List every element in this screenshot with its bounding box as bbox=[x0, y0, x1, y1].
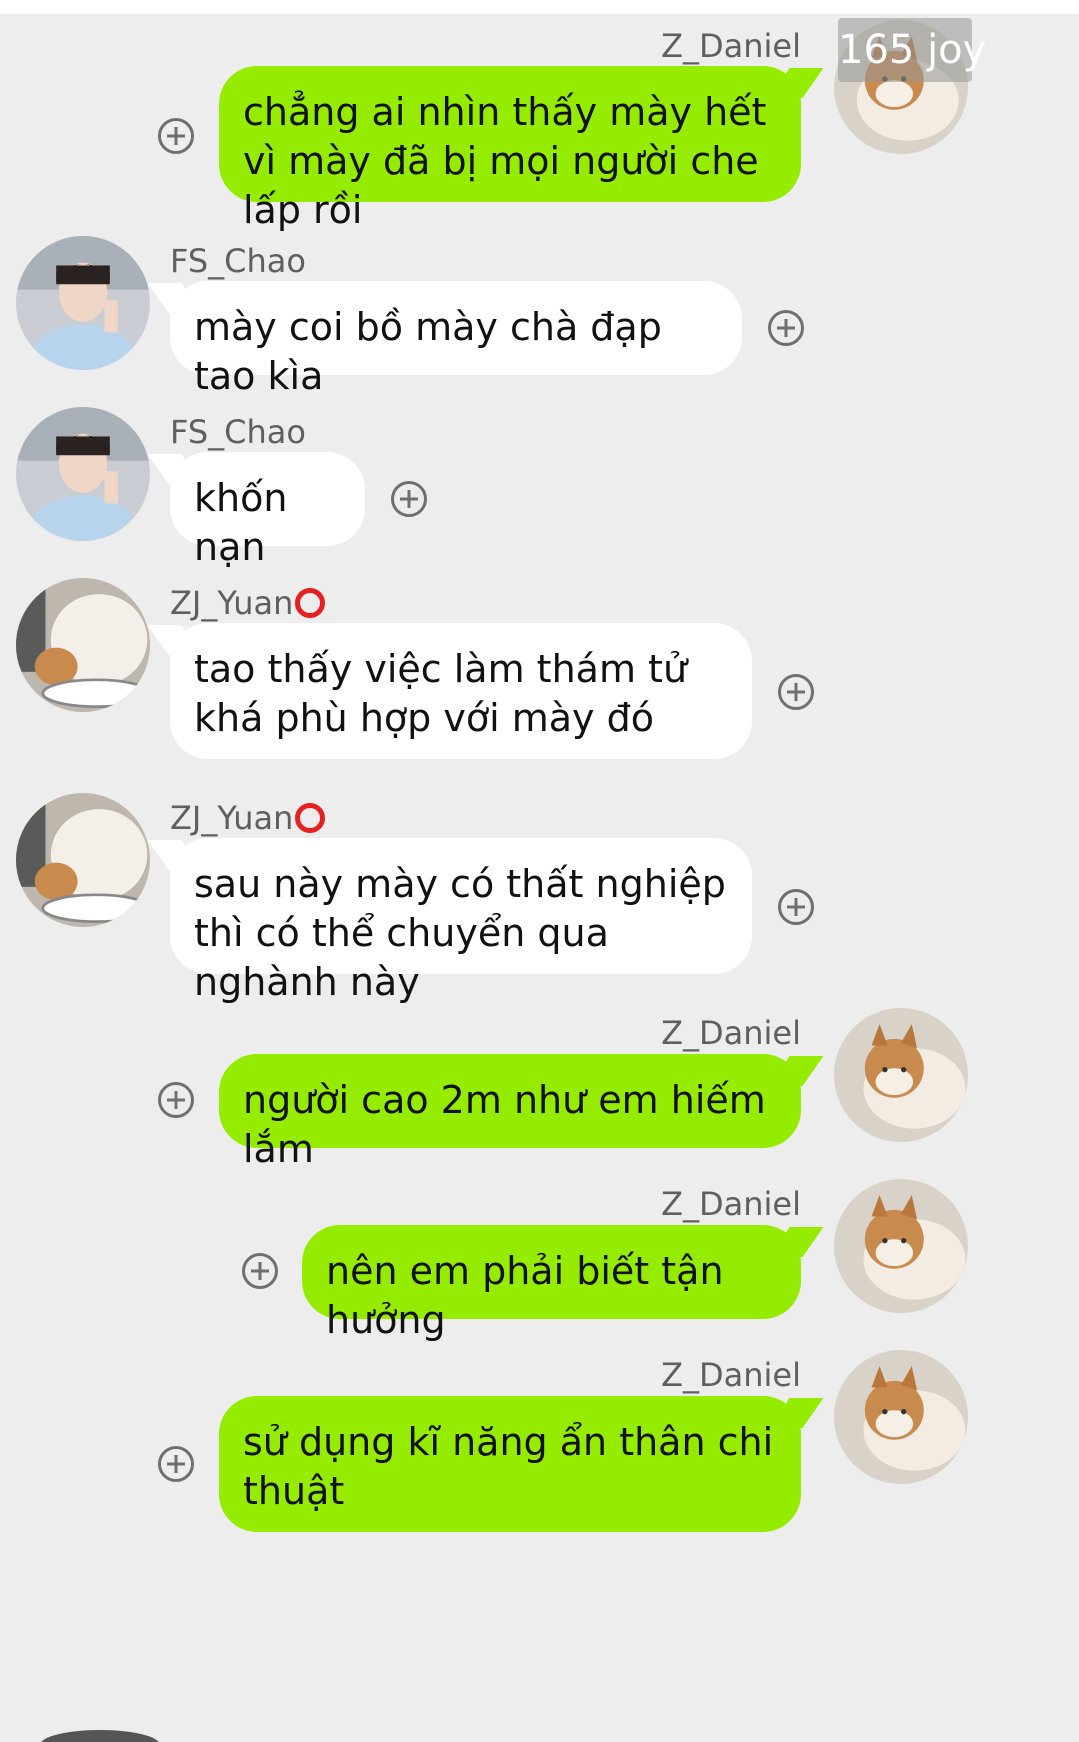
person-avatar-icon[interactable] bbox=[16, 407, 150, 541]
cat-avatar-icon[interactable] bbox=[834, 1350, 968, 1484]
sender-name: Z_Daniel bbox=[661, 27, 801, 65]
status-ring-icon bbox=[295, 588, 326, 618]
add-reaction-icon[interactable] bbox=[158, 1082, 194, 1118]
add-reaction-icon[interactable] bbox=[158, 118, 194, 154]
partial-avatar bbox=[40, 1730, 160, 1742]
sender-name: FS_Chao bbox=[170, 413, 306, 451]
sender-name: ZJ_Yuan bbox=[170, 799, 326, 837]
sender-name: ZJ_Yuan bbox=[170, 584, 326, 622]
sender-name: Z_Daniel bbox=[661, 1356, 801, 1394]
chat-screen: Z_Daniel chẳng ai nhìn thấy mày hết vì m… bbox=[0, 0, 1079, 1742]
add-reaction-icon[interactable] bbox=[158, 1446, 194, 1482]
sender-name: Z_Daniel bbox=[661, 1014, 801, 1052]
cat-avatar-icon[interactable] bbox=[834, 1008, 968, 1142]
message-bubble[interactable]: người cao 2m như em hiếm lắm bbox=[219, 1054, 801, 1171]
cat-avatar-icon[interactable] bbox=[16, 578, 150, 712]
message-bubble[interactable]: nên em phải biết tận hưởng bbox=[302, 1225, 801, 1342]
cat-avatar-icon[interactable] bbox=[16, 793, 150, 927]
add-reaction-icon[interactable] bbox=[242, 1253, 278, 1289]
sender-name: FS_Chao bbox=[170, 242, 306, 280]
top-edge bbox=[0, 0, 1079, 14]
status-ring-icon bbox=[295, 803, 326, 833]
message-bubble[interactable]: khốn nạn bbox=[170, 452, 365, 569]
add-reaction-icon[interactable] bbox=[768, 310, 804, 346]
add-reaction-icon[interactable] bbox=[391, 481, 427, 517]
message-bubble[interactable]: sử dụng kĩ năng ẩn thân chi thuật bbox=[219, 1396, 801, 1532]
sender-name-text: ZJ_Yuan bbox=[170, 584, 294, 622]
sender-name: Z_Daniel bbox=[661, 1185, 801, 1223]
message-bubble[interactable]: chẳng ai nhìn thấy mày hết vì mày đã bị … bbox=[219, 66, 801, 232]
watermark-badge: 165 joy bbox=[838, 18, 986, 82]
person-avatar-icon[interactable] bbox=[16, 236, 150, 370]
message-bubble[interactable]: mày coi bồ mày chà đạp tao kìa bbox=[170, 281, 742, 398]
cat-avatar-icon[interactable] bbox=[834, 1179, 968, 1313]
message-bubble[interactable]: tao thấy việc làm thám tử khá phù hợp vớ… bbox=[170, 623, 752, 759]
sender-name-text: ZJ_Yuan bbox=[170, 799, 294, 837]
add-reaction-icon[interactable] bbox=[778, 674, 814, 710]
message-bubble[interactable]: sau này mày có thất nghiệp thì có thể ch… bbox=[170, 838, 752, 1004]
add-reaction-icon[interactable] bbox=[778, 889, 814, 925]
